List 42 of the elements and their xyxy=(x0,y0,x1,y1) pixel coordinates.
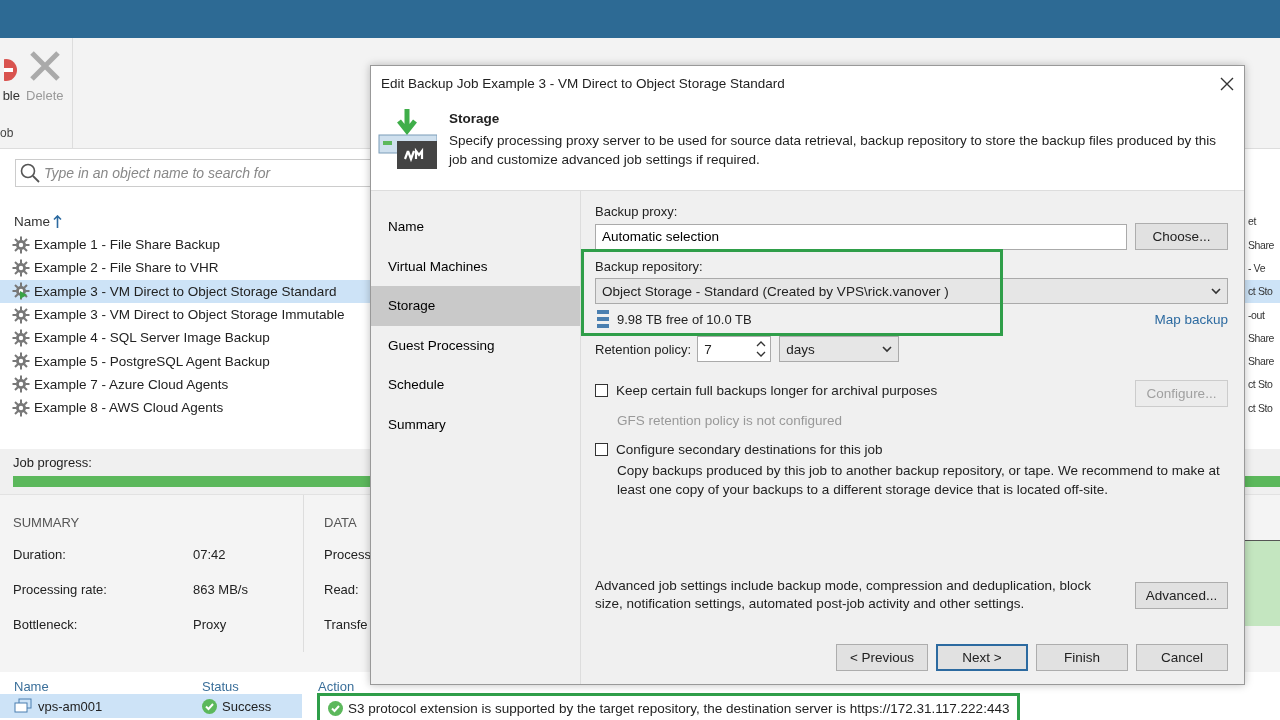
stat-value: Proxy xyxy=(193,617,227,634)
job-name: Example 5 - PostgreSQL Agent Backup xyxy=(34,353,270,369)
section-title: SUMMARY xyxy=(13,515,81,530)
table-cell-text: Share xyxy=(1247,238,1276,251)
job-name: Example 7 - Azure Cloud Agents xyxy=(34,376,229,392)
progress-label: Job progress: xyxy=(13,455,93,470)
table-cell-text: Share xyxy=(1247,355,1276,368)
checkbox-label: Keep certain full backups longer for archival purposes xyxy=(616,383,939,398)
free-space-text: 9.98 TB free of 10.0 TB xyxy=(617,311,752,327)
section-title: DATA xyxy=(324,515,358,530)
stat-label: Read: xyxy=(324,582,359,599)
table-cell-text: ct Sto xyxy=(1247,378,1274,391)
field-label: Backup proxy: xyxy=(595,204,679,219)
stat-value: 863 MB/s xyxy=(193,582,248,599)
table-cell-text: -out xyxy=(1247,308,1266,321)
field-label: Retention policy: xyxy=(595,341,692,357)
option-note: GFS retention policy is not configured xyxy=(616,412,844,430)
page-title: Storage xyxy=(449,111,501,126)
job-name: Example 2 - File Share to VHR xyxy=(34,260,219,276)
job-name: Example 8 - AWS Cloud Agents xyxy=(34,400,224,416)
table-cell-text: ct Sto xyxy=(1247,285,1274,298)
advanced-description: Advanced job settings include backup mode, compression and deduplication, block size, notification settings, automated post-job activity and other settings. xyxy=(595,577,1093,613)
stat-label: Process xyxy=(324,547,371,564)
window-title: Edit Backup Job Example 3 - VM Direct to Object Storage Standard xyxy=(381,76,785,91)
job-name: Example 3 - VM Direct to Object Storage Immutable xyxy=(34,307,345,323)
option-note: Copy backups produced by this job to another backup repository, or tape. We recommend to make at least one copy of your backups to a different storage device that is located off-site. xyxy=(616,462,1221,499)
checkbox-label: Configure secondary destinations for this job xyxy=(616,442,884,457)
stat-label: Duration: xyxy=(13,547,67,564)
table-cell-text: ct Sto xyxy=(1247,401,1274,414)
job-name: Example 3 - VM Direct to Object Storage Standard xyxy=(34,283,337,299)
action-message: S3 protocol extension is supported by the target repository, the destination server is https://172.31.117.222:443 xyxy=(348,700,1010,716)
stat-label: Bottleneck: xyxy=(13,617,79,634)
stat-label: Transfe xyxy=(324,617,368,634)
status-cell: Success xyxy=(190,694,302,718)
field-label: Backup repository: xyxy=(595,259,704,274)
job-name: Example 1 - File Share Backup xyxy=(34,237,221,253)
table-cell-text: Share xyxy=(1247,331,1276,344)
stat-label: Processing rate: xyxy=(13,582,108,599)
table-cell-text: - Ve xyxy=(1247,261,1267,274)
stat-value: 07:42 xyxy=(193,547,226,564)
job-name: Example 4 - SQL Server Image Backup xyxy=(34,330,270,346)
group-label: ob xyxy=(0,126,15,140)
